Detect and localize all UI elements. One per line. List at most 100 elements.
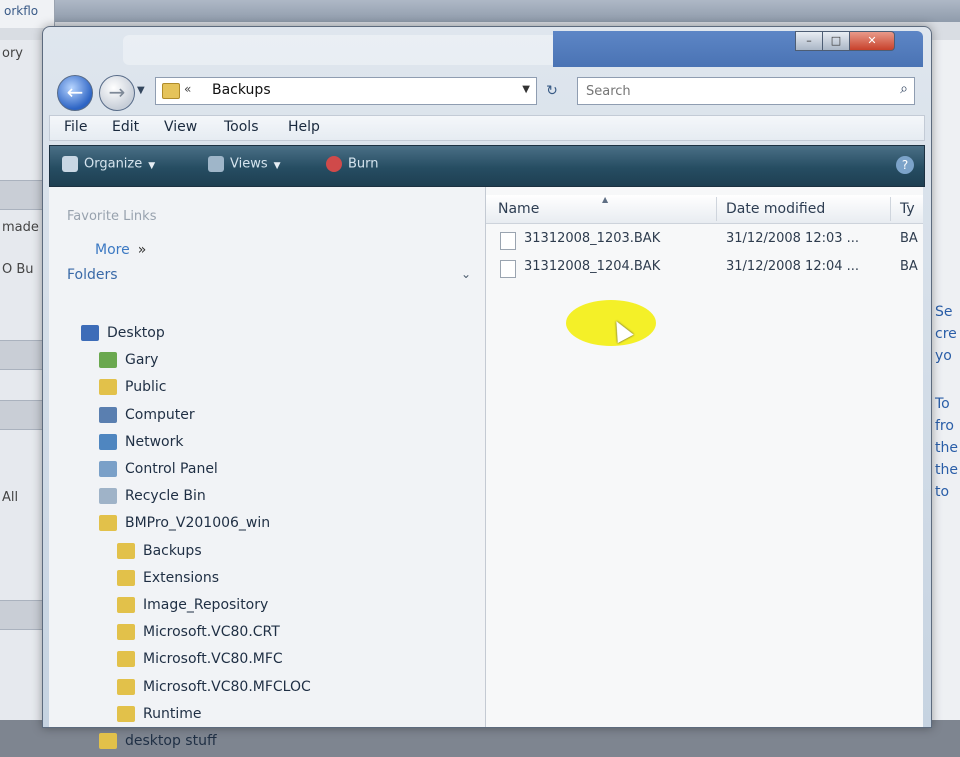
tree-item[interactable]: Microsoft.VC80.MFCLOC bbox=[117, 678, 311, 703]
tree-item-label: Desktop bbox=[107, 325, 165, 341]
tree-item-label: Microsoft.VC80.MFCLOC bbox=[143, 678, 311, 695]
tree-item[interactable]: Computer bbox=[99, 406, 195, 431]
file-type: BA bbox=[900, 231, 918, 246]
background-title-bar bbox=[0, 0, 960, 22]
file-name: 31312008_1204.BAK bbox=[524, 259, 661, 274]
folder-icon bbox=[117, 705, 135, 722]
file-icon bbox=[500, 260, 516, 278]
tree-item-label: Public bbox=[125, 379, 167, 396]
organize-button[interactable]: Organize ▼ bbox=[62, 156, 155, 172]
folder-icon bbox=[117, 651, 135, 668]
column-date-modified[interactable]: Date modified bbox=[726, 201, 825, 217]
tree-item[interactable]: Gary bbox=[99, 352, 158, 376]
folders-heading[interactable]: Folders bbox=[67, 267, 118, 283]
chevron-down-icon[interactable]: ⌄ bbox=[461, 267, 471, 281]
background-tab[interactable]: orkflo bbox=[0, 0, 55, 28]
back-arrow-icon: ← bbox=[66, 80, 84, 104]
title-bar[interactable]: – □ ✕ bbox=[43, 27, 931, 71]
help-icon[interactable]: ? bbox=[896, 156, 914, 174]
search-icon[interactable]: ⌕ bbox=[900, 81, 908, 97]
menu-edit[interactable]: Edit bbox=[112, 119, 139, 135]
tree-item-label: Microsoft.VC80.MFC bbox=[143, 651, 283, 668]
tree-item-label: Recycle Bin bbox=[125, 488, 206, 505]
desktop-icon bbox=[81, 325, 99, 341]
burn-disc-icon bbox=[326, 156, 342, 172]
background-strip bbox=[0, 600, 44, 630]
address-dropdown-icon[interactable]: ▼ bbox=[522, 84, 530, 95]
background-fragment: Se bbox=[935, 304, 953, 320]
tree-item[interactable]: Public bbox=[99, 379, 166, 403]
double-chevron-icon: » bbox=[137, 242, 147, 258]
background-fragment: the bbox=[935, 440, 958, 456]
column-headers: ▲ Name Date modified Ty bbox=[486, 195, 923, 224]
file-row[interactable]: 31312008_1203.BAK 31/12/2008 12:03 ... BA bbox=[486, 227, 923, 253]
tree-item[interactable]: Microsoft.VC80.CRT bbox=[117, 624, 280, 648]
address-bar[interactable]: « Backups ▼ bbox=[155, 77, 537, 105]
maximize-button[interactable]: □ bbox=[822, 31, 850, 51]
tree-item[interactable]: Control Panel bbox=[99, 461, 218, 485]
command-bar: Organize ▼ Views ▼ Burn ? bbox=[49, 145, 925, 187]
views-label: Views bbox=[230, 156, 268, 172]
tree-item[interactable]: Recycle Bin bbox=[99, 488, 206, 512]
breadcrumb-overflow[interactable]: « bbox=[184, 82, 191, 96]
navigation-pane: Favorite Links More » Folders ⌄ Desktop Ga… bbox=[49, 187, 486, 749]
column-type[interactable]: Ty bbox=[900, 201, 915, 217]
search-input[interactable] bbox=[584, 81, 878, 101]
tree-item-label: Backups bbox=[143, 542, 202, 559]
close-button[interactable]: ✕ bbox=[849, 31, 895, 51]
tree-item[interactable]: Network bbox=[99, 433, 183, 458]
tree-item[interactable]: desktop stuff bbox=[99, 733, 217, 757]
column-divider[interactable] bbox=[890, 197, 891, 221]
tree-item[interactable]: Image_Repository bbox=[117, 597, 268, 621]
file-row[interactable]: 31312008_1204.BAK 31/12/2008 12:04 ... BA bbox=[486, 255, 923, 281]
tree-item[interactable]: Desktop bbox=[81, 325, 165, 349]
burn-button[interactable]: Burn bbox=[326, 156, 379, 172]
background-fragment: yo bbox=[935, 348, 952, 364]
background-left-panel: ory made O Bu All bbox=[0, 40, 45, 720]
breadcrumb-backups[interactable]: Backups bbox=[212, 82, 271, 98]
menu-view[interactable]: View bbox=[164, 119, 197, 135]
menu-tools[interactable]: Tools bbox=[224, 119, 259, 135]
tree-item[interactable]: Runtime bbox=[117, 705, 201, 730]
refresh-button[interactable]: ↻ bbox=[539, 79, 565, 103]
recent-pages-dropdown[interactable]: ▼ bbox=[137, 85, 145, 96]
menu-file[interactable]: File bbox=[64, 119, 87, 135]
favorite-links-heading: Favorite Links bbox=[67, 209, 157, 224]
file-date: 31/12/2008 12:04 ... bbox=[726, 259, 860, 274]
file-name: 31312008_1203.BAK bbox=[524, 231, 661, 246]
background-fragment: made bbox=[2, 220, 39, 235]
file-date: 31/12/2008 12:03 ... bbox=[726, 231, 860, 246]
tree-item-label: Gary bbox=[125, 352, 159, 369]
folder-icon bbox=[99, 733, 117, 749]
background-fragment: cre bbox=[935, 326, 957, 342]
background-fragment: the bbox=[935, 462, 958, 478]
tree-item-label: Image_Repository bbox=[143, 597, 269, 613]
organize-icon bbox=[62, 156, 78, 172]
column-name[interactable]: Name bbox=[498, 201, 539, 217]
forward-button[interactable]: → bbox=[99, 75, 135, 111]
folder-icon bbox=[162, 83, 180, 99]
file-list: ▲ Name Date modified Ty 31312008_1203.BA… bbox=[486, 187, 923, 727]
background-tab-label: orkflo bbox=[4, 4, 39, 18]
background-strip bbox=[0, 400, 44, 430]
burn-label: Burn bbox=[348, 156, 379, 172]
minimize-button[interactable]: – bbox=[795, 31, 823, 51]
tree-item[interactable]: Backups bbox=[117, 542, 202, 567]
more-link[interactable]: More » bbox=[95, 242, 146, 258]
folder-icon bbox=[117, 678, 135, 695]
folder-icon bbox=[117, 569, 135, 586]
column-divider[interactable] bbox=[716, 197, 717, 221]
more-label: More bbox=[95, 242, 130, 258]
tree-item[interactable]: BMPro_V201006_win bbox=[99, 515, 270, 539]
chevron-down-icon: ▼ bbox=[148, 160, 156, 171]
menu-help[interactable]: Help bbox=[288, 119, 320, 135]
search-box[interactable]: ⌕ bbox=[577, 77, 915, 105]
background-fragment: All bbox=[2, 490, 19, 505]
tree-item[interactable]: Microsoft.VC80.MFC bbox=[117, 651, 283, 675]
views-button[interactable]: Views ▼ bbox=[208, 156, 281, 172]
background-fragment: ory bbox=[2, 46, 23, 61]
tree-item[interactable]: Extensions bbox=[117, 569, 219, 594]
back-button[interactable]: ← bbox=[57, 75, 93, 111]
tree-item-label: desktop stuff bbox=[125, 733, 217, 749]
tree-item-label: Control Panel bbox=[125, 461, 218, 477]
